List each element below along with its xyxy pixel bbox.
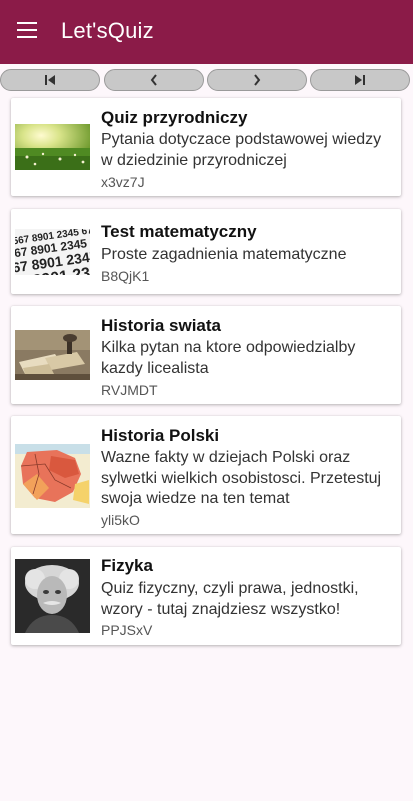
quiz-description: Pytania dotyczace podstawowej wiedzy w d… [101,131,382,169]
quiz-description: Proste zagadnienia matematyczne [101,246,347,263]
quiz-card-historia-polski[interactable]: Historia Polski Wazne fakty w dziejach P… [11,416,401,534]
last-page-button[interactable] [310,69,410,91]
first-page-button[interactable] [0,69,100,91]
quiz-description: Wazne fakty w dziejach Polski oraz sylwe… [101,449,382,507]
quiz-code: yli5kO [101,512,140,528]
vintage-desk-image [15,330,90,380]
quiz-card-fizyka[interactable]: Fizyka Quiz fizyczny, czyli prawa, jedno… [11,547,401,645]
previous-page-button[interactable] [104,69,204,91]
historical-map-image [15,444,90,508]
einstein-portrait-image [15,559,90,633]
chevron-left-icon [150,74,157,86]
quiz-description: Kilka pytan na ktore odpowiedzialby kazd… [101,339,356,377]
quiz-title: Test matematyczny [101,222,257,241]
quiz-card-przyrodniczy[interactable]: Quiz przyrodniczy Pytania dotyczace pods… [11,98,401,196]
nature-meadow-image [15,124,90,170]
skip-first-icon [45,75,55,85]
next-page-button[interactable] [207,69,307,91]
quiz-code: PPJSxV [101,622,153,638]
skip-last-icon [355,75,365,85]
app-title: Let'sQuiz [61,18,154,43]
quiz-code: RVJMDT [101,382,158,398]
quiz-title: Historia Polski [101,426,220,445]
app-bar: Let'sQuiz [0,0,413,64]
quiz-code: B8QjK1 [101,268,150,284]
hamburger-menu-icon[interactable] [17,22,37,38]
quiz-description: Quiz fizyczny, czyli prawa, jednostki, w… [101,580,359,618]
pagination-bar [0,69,413,93]
numbers-image: 4567 8901 2345 6789 0123 4567 8901 2345 … [15,229,90,275]
quiz-card-matematyczny[interactable]: 4567 8901 2345 6789 0123 4567 8901 2345 … [11,209,401,294]
quiz-code: x3vz7J [101,174,145,190]
quiz-card-historia-swiata[interactable]: Historia swiata Kilka pytan na ktore odp… [11,306,401,404]
chevron-right-icon [254,74,261,86]
quiz-title: Quiz przyrodniczy [101,108,248,127]
quiz-title: Historia swiata [101,316,221,335]
quiz-title: Fizyka [101,556,153,575]
